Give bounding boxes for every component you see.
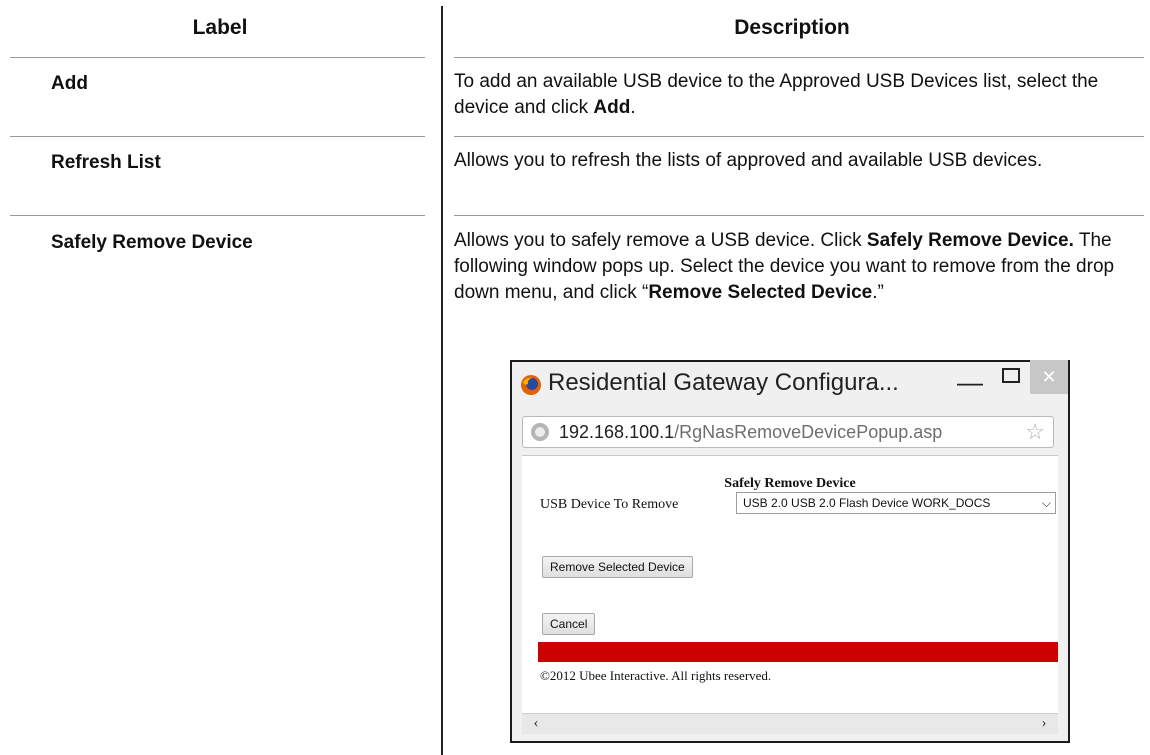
row-description-safely-remove-device: Allows you to safely remove a USB device… [454, 228, 1134, 306]
page-title: Safely Remove Device [724, 476, 856, 491]
description-segment: Remove Selected Device [648, 282, 873, 303]
row-label-refresh-list: Refresh List [51, 152, 161, 173]
popup-page-content: Safely Remove Device USB Device To Remov… [522, 455, 1058, 734]
document-page: Label Description Add To add an availabl… [0, 0, 1150, 755]
title-bar: Residential Gateway Configura... — ✕ [512, 360, 1068, 410]
row-divider [454, 136, 1144, 137]
description-segment: To add an available USB device to the Ap… [454, 71, 1099, 118]
description-segment: Allows you to safely remove a USB device… [454, 230, 867, 251]
footer-color-bar [538, 642, 1058, 662]
description-segment: Add [593, 97, 631, 118]
row-label-safely-remove-device: Safely Remove Device [51, 232, 253, 253]
horizontal-scrollbar[interactable]: ‹ › [522, 713, 1058, 734]
chevron-down-icon: ⌵ [1041, 496, 1051, 510]
row-divider [10, 136, 425, 137]
column-header-description: Description [734, 16, 850, 39]
description-segment: Allows you to refresh the lists of appro… [454, 150, 1043, 171]
url-path: /RgNasRemoveDevicePopup.asp [674, 422, 943, 442]
close-icon[interactable]: ✕ [1030, 360, 1068, 394]
row-description-add: To add an available USB device to the Ap… [454, 69, 1144, 121]
star-icon[interactable]: ☆ [1025, 419, 1045, 445]
cancel-button[interactable]: Cancel [542, 613, 596, 635]
scroll-left-icon[interactable]: ‹ [526, 713, 546, 733]
usb-device-field-label: USB Device To Remove [540, 497, 679, 512]
select-value: USB 2.0 USB 2.0 Flash Device WORK_DOCS [743, 496, 991, 510]
window-title: Residential Gateway Configura... [548, 369, 899, 396]
row-description-refresh-list: Allows you to refresh the lists of appro… [454, 148, 1144, 174]
url-text[interactable]: 192.168.100.1/RgNasRemoveDevicePopup.asp [559, 422, 942, 443]
url-host: 192.168.100.1 [559, 422, 675, 442]
row-divider [454, 215, 1144, 216]
address-bar[interactable]: 192.168.100.1/RgNasRemoveDevicePopup.asp… [522, 416, 1054, 448]
popup-window: Residential Gateway Configura... — ✕ 192… [510, 360, 1070, 743]
description-segment: Safely Remove Device. [866, 230, 1074, 251]
row-divider [10, 57, 425, 58]
firefox-icon [521, 375, 541, 395]
usb-device-select[interactable]: USB 2.0 USB 2.0 Flash Device WORK_DOCS ⌵ [736, 492, 1056, 514]
column-divider [441, 6, 443, 755]
copyright-text: ©2012 Ubee Interactive. All rights reser… [540, 668, 772, 683]
row-divider [10, 215, 425, 216]
row-label-add: Add [51, 73, 88, 94]
column-header-label: Label [192, 16, 248, 39]
description-segment: .” [872, 282, 884, 303]
maximize-icon[interactable] [1000, 365, 1022, 391]
row-divider [454, 57, 1144, 58]
scroll-right-icon[interactable]: › [1034, 713, 1054, 733]
remove-selected-device-button[interactable]: Remove Selected Device [542, 556, 693, 578]
minimize-icon[interactable]: — [957, 366, 983, 398]
globe-icon [531, 423, 549, 441]
description-segment: . [630, 97, 636, 118]
